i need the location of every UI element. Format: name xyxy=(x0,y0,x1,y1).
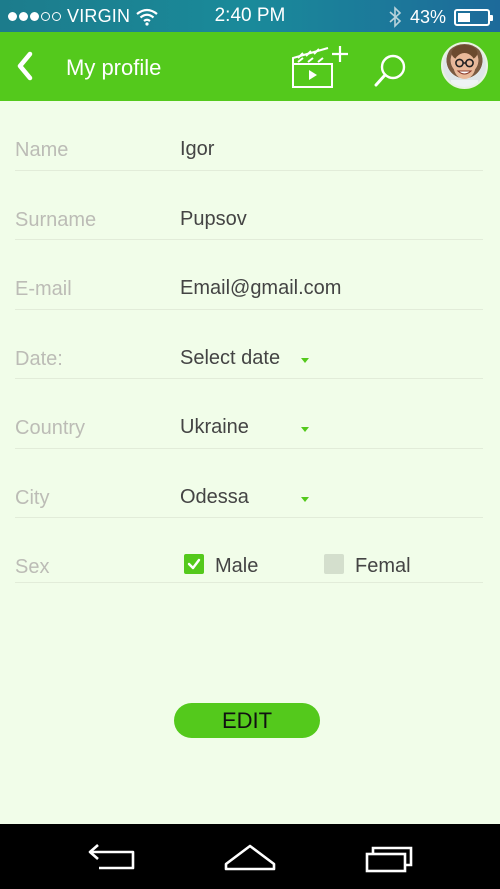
date-label: Date: xyxy=(15,347,63,370)
app-header: My profile xyxy=(0,32,500,101)
user-avatar-icon xyxy=(451,45,478,87)
chevron-down-icon[interactable] xyxy=(301,357,309,363)
battery-icon xyxy=(454,8,493,26)
female-label[interactable]: Femal xyxy=(355,555,411,578)
male-checkbox[interactable] xyxy=(184,554,204,574)
add-video-icon[interactable] xyxy=(290,42,350,90)
country-row: Country Ukraine xyxy=(15,379,483,449)
date-select[interactable]: Select date xyxy=(180,347,280,370)
back-arrow-icon[interactable] xyxy=(10,48,40,84)
name-row: Name Igor xyxy=(15,101,483,171)
date-row: Date: Select date xyxy=(15,310,483,379)
name-field[interactable]: Igor xyxy=(180,138,214,161)
country-select[interactable]: Ukraine xyxy=(180,416,249,439)
battery-percent: 43% xyxy=(409,6,446,27)
city-select[interactable]: Odessa xyxy=(180,486,249,509)
email-row: E-mail Email@gmail.com xyxy=(15,240,483,310)
chevron-down-icon[interactable] xyxy=(301,427,309,432)
recent-apps-icon[interactable] xyxy=(364,840,416,874)
city-label: City xyxy=(15,486,50,509)
male-label[interactable]: Male xyxy=(215,555,258,578)
female-checkbox[interactable] xyxy=(324,554,344,574)
bluetooth-icon xyxy=(389,6,402,28)
back-icon[interactable] xyxy=(85,842,137,874)
surname-field[interactable]: Pupsov xyxy=(180,208,247,231)
country-label: Country xyxy=(15,417,86,439)
checkmark-icon xyxy=(187,558,201,570)
sex-row: Sex Male Femal xyxy=(15,518,483,583)
name-label: Name xyxy=(15,139,69,161)
email-field[interactable]: Email@gmail.com xyxy=(180,277,341,300)
status-bar: VIRGIN 2:40 PM 43% xyxy=(0,0,500,32)
profile-form: Name Igor Surname Pupsov E-mail Email@gm… xyxy=(15,101,483,583)
surname-row: Surname Pupsov xyxy=(15,171,483,240)
chevron-down-icon[interactable] xyxy=(301,496,309,502)
status-right: 43% xyxy=(388,6,493,28)
system-nav-bar xyxy=(0,824,500,889)
email-label: E-mail xyxy=(15,278,72,300)
battery-fill xyxy=(458,12,471,22)
avatar[interactable] xyxy=(441,42,488,89)
home-icon[interactable] xyxy=(222,842,278,872)
edit-button[interactable]: EDIT xyxy=(174,703,320,738)
surname-label: Surname xyxy=(15,208,97,231)
city-row: City Odessa xyxy=(15,449,483,518)
search-icon[interactable] xyxy=(372,52,410,90)
sex-label: Sex xyxy=(15,556,50,578)
page-title: My profile xyxy=(66,55,162,80)
